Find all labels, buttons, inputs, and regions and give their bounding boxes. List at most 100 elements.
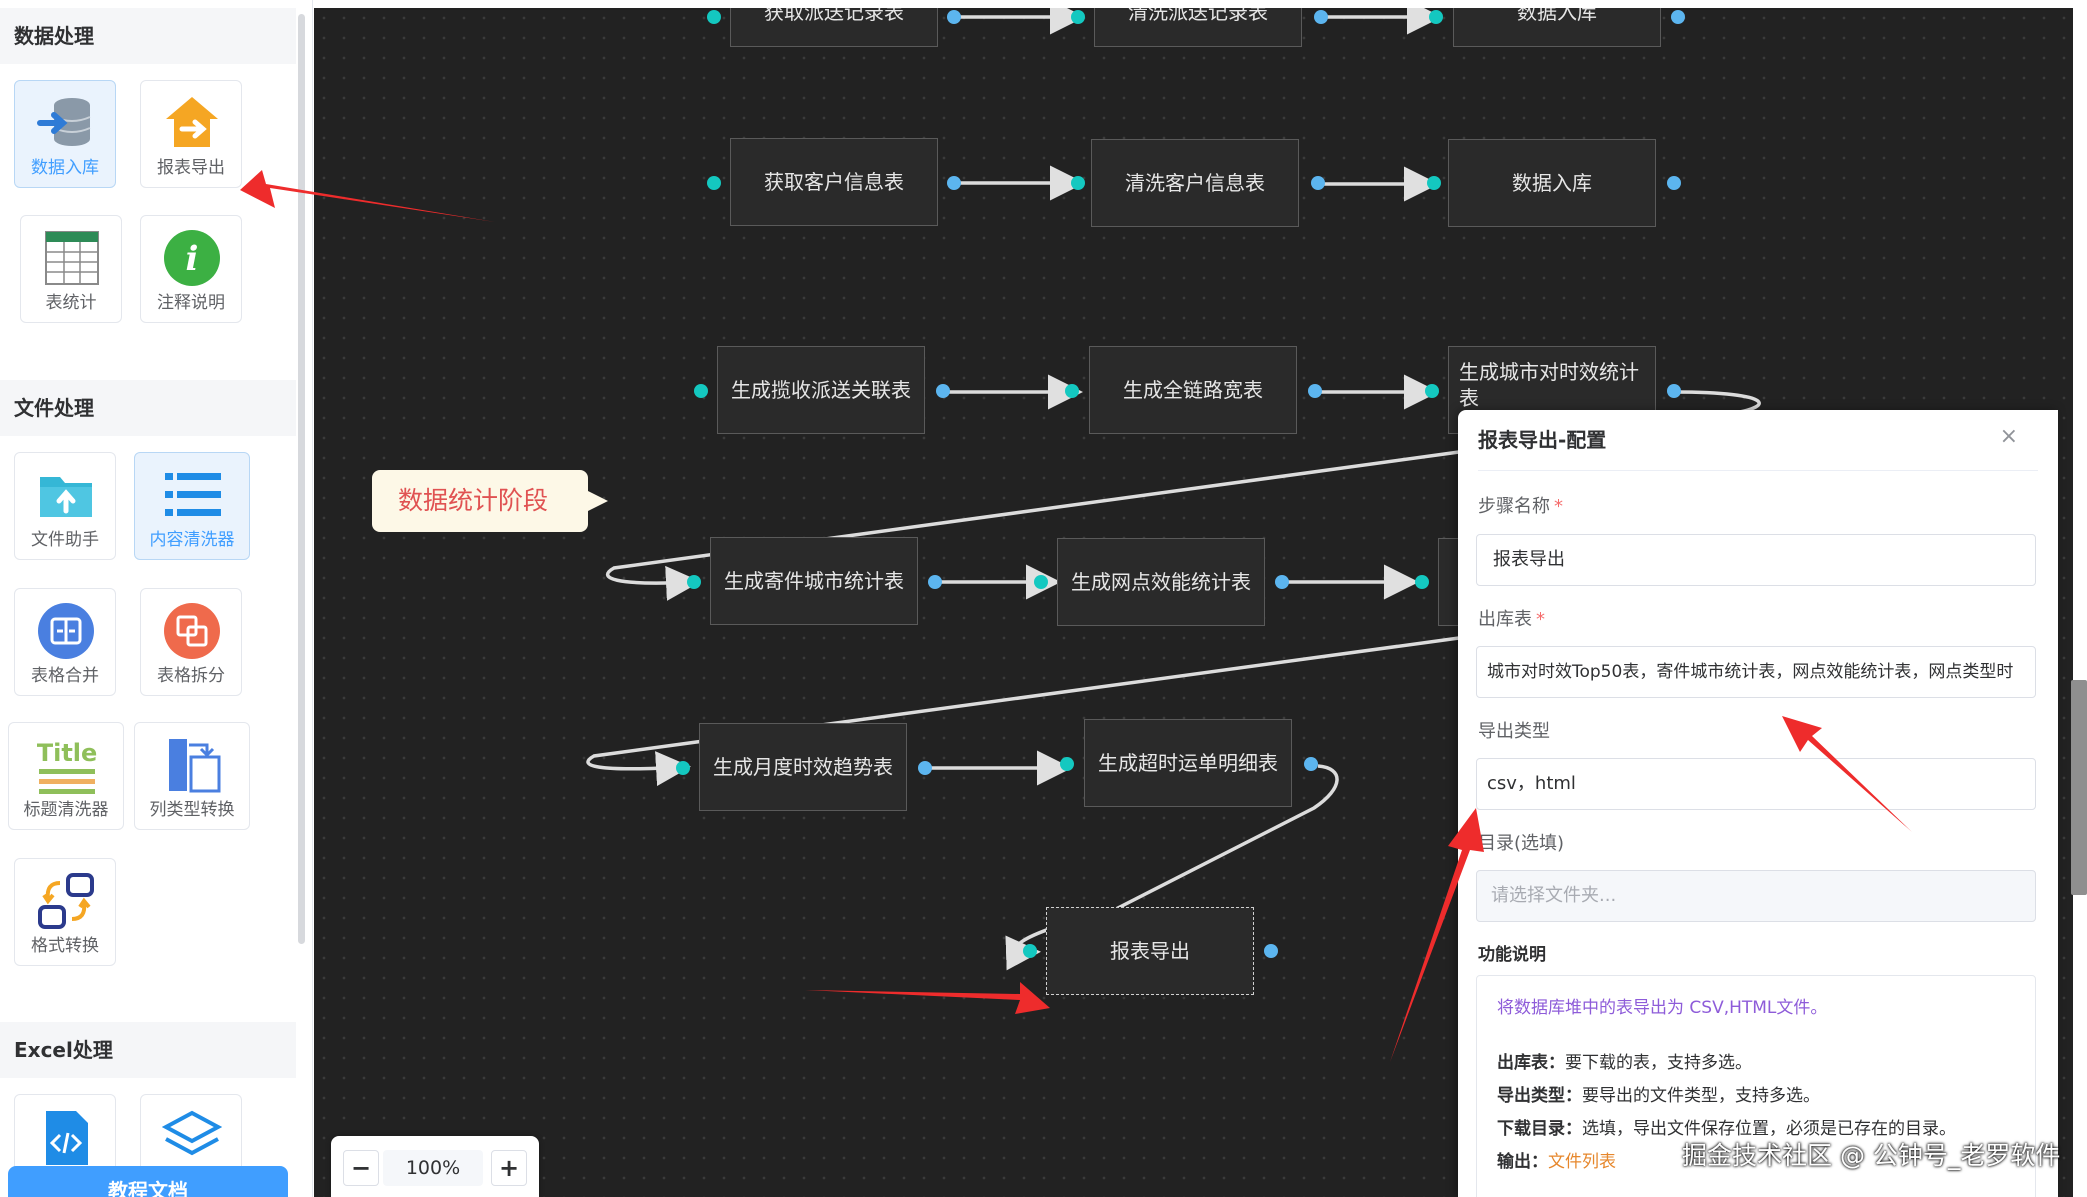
flow-node[interactable]: 数据入库 (1448, 139, 1656, 227)
tool-label: 列类型转换 (149, 800, 235, 820)
flow-node[interactable]: 获取客户信息表 (730, 138, 938, 226)
desc-line: 出库表：要下载的表，支持多选。 (1497, 1053, 1752, 1073)
input-port[interactable] (1023, 944, 1037, 958)
output-port[interactable] (928, 575, 942, 589)
input-port[interactable] (1425, 384, 1439, 398)
input-port[interactable] (1427, 176, 1441, 190)
desc-headline: 将数据库堆中的表导出为 CSV,HTML文件。 (1497, 998, 1828, 1018)
flow-node[interactable]: 清洗客户信息表 (1091, 139, 1299, 227)
input-port[interactable] (676, 761, 690, 775)
input-port[interactable] (694, 384, 708, 398)
output-port[interactable] (947, 176, 961, 190)
tutorial-doc-button[interactable]: 教程文档 (8, 1166, 288, 1197)
tool-table-merge[interactable]: 表格合并 (14, 588, 116, 696)
tool-label: 数据入库 (31, 158, 99, 178)
flow-node[interactable]: 生成网点效能统计表 (1057, 538, 1265, 626)
zoom-in-button[interactable]: + (491, 1150, 527, 1186)
func-desc-label: 功能说明 (1478, 945, 1546, 965)
step-name-input[interactable]: 报表导出 (1476, 534, 2036, 586)
input-port[interactable] (1415, 575, 1429, 589)
tool-label: 标题清洗器 (23, 800, 109, 820)
file-list-link[interactable]: 文件列表 (1548, 1152, 1616, 1172)
tool-data-import[interactable]: 数据入库 (14, 80, 116, 188)
input-port[interactable] (707, 10, 721, 24)
flow-node[interactable]: 生成揽收派送关联表 (717, 346, 925, 434)
download-dir-label: 目录(选填) (1478, 833, 1565, 854)
output-port[interactable] (1671, 10, 1685, 24)
title-icon: Title (37, 739, 97, 794)
input-port[interactable] (707, 176, 721, 190)
input-port[interactable] (1065, 384, 1079, 398)
output-port[interactable] (1314, 10, 1328, 24)
input-port[interactable] (1071, 176, 1085, 190)
house-export-icon (166, 97, 218, 147)
tool-label: 文件助手 (31, 530, 99, 550)
step-name-label: 步骤名称 * (1478, 496, 1563, 517)
tool-label: 表格拆分 (157, 666, 225, 686)
output-port[interactable] (1304, 757, 1318, 771)
sidebar-scrollbar[interactable] (298, 14, 305, 944)
tool-label: 报表导出 (157, 158, 225, 178)
tool-label: 表格合并 (31, 666, 99, 686)
output-port[interactable] (947, 10, 961, 24)
export-type-label: 导出类型 (1478, 721, 1550, 742)
export-type-select[interactable]: csv，html (1476, 758, 2036, 810)
flow-node-report-export[interactable]: 报表导出 (1046, 907, 1254, 995)
output-port[interactable] (1275, 575, 1289, 589)
output-port[interactable] (918, 761, 932, 775)
column-convert-icon (169, 739, 221, 793)
tool-format-convert[interactable]: 格式转换 (14, 858, 116, 966)
output-table-label: 出库表 * (1478, 609, 1545, 630)
flow-node[interactable]: 清洗派送记录表 (1094, 8, 1302, 47)
section-title-excel: Excel处理 (0, 1022, 296, 1078)
flow-node[interactable]: 生成全链路宽表 (1089, 346, 1297, 434)
output-table-select[interactable]: 城市对时效Top50表，寄件城市统计表，网点效能统计表，网点类型时 (1476, 646, 2036, 698)
zoom-out-button[interactable]: − (343, 1150, 379, 1186)
flow-node[interactable]: 生成超时运单明细表 (1084, 719, 1292, 807)
input-port[interactable] (1034, 575, 1048, 589)
tool-table-split[interactable]: 表格拆分 (140, 588, 242, 696)
tool-sidebar: 数据处理 数据入库 报表导出 表统计 i 注释说明 文件处理 文件助手 内容清洗… (0, 0, 313, 1197)
tool-label: 注释说明 (157, 293, 225, 313)
output-port[interactable] (1311, 176, 1325, 190)
panel-scrollbar[interactable] (2071, 680, 2087, 895)
stage-annotation[interactable]: 数据统计阶段 (372, 470, 608, 532)
tool-label: 内容清洗器 (149, 530, 235, 550)
flow-node[interactable]: 生成月度时效趋势表 (699, 723, 907, 811)
split-icon (164, 603, 220, 659)
output-port[interactable] (1667, 176, 1681, 190)
info-icon: i (164, 230, 220, 286)
panel-title: 报表导出-配置 (1478, 428, 1607, 452)
database-import-icon (37, 98, 91, 146)
tool-table-stats[interactable]: 表统计 (20, 215, 122, 323)
tool-title-cleaner[interactable]: Title 标题清洗器 (8, 722, 124, 830)
flow-node[interactable]: 生成寄件城市统计表 (710, 537, 918, 625)
output-port[interactable] (1667, 384, 1681, 398)
zoom-level: 100% (383, 1150, 483, 1186)
input-port[interactable] (1060, 757, 1074, 771)
tool-label: 表统计 (45, 293, 97, 313)
input-port[interactable] (1429, 10, 1443, 24)
svg-text:Title: Title (37, 739, 97, 767)
watermark: 掘金技术社区 @ 公钟号_老罗软件 (1682, 1141, 2061, 1170)
input-port[interactable] (687, 575, 701, 589)
tool-file-helper[interactable]: 文件助手 (14, 452, 116, 560)
desc-line: 导出类型：要导出的文件类型，支持多选。 (1497, 1086, 1820, 1106)
output-port[interactable] (1308, 384, 1322, 398)
tool-content-cleaner[interactable]: 内容清洗器 (134, 452, 250, 560)
section-title-file: 文件处理 (0, 380, 296, 436)
code-file-icon (46, 1111, 88, 1165)
download-dir-input[interactable]: 请选择文件夹... (1476, 870, 2036, 922)
tool-report-export[interactable]: 报表导出 (140, 80, 242, 188)
format-convert-icon (38, 873, 94, 929)
flow-node[interactable]: 数据入库 (1453, 8, 1661, 47)
config-panel: 报表导出-配置 × 步骤名称 * 报表导出 出库表 * 城市对时效Top50表，寄件… (1458, 410, 2058, 1197)
close-icon[interactable]: × (2000, 424, 2018, 449)
tool-column-type[interactable]: 列类型转换 (134, 722, 250, 830)
svg-text:i: i (186, 239, 199, 279)
input-port[interactable] (1071, 10, 1085, 24)
output-port[interactable] (1264, 944, 1278, 958)
output-port[interactable] (936, 384, 950, 398)
tool-annotation[interactable]: i 注释说明 (140, 215, 242, 323)
flow-node[interactable]: 获取派送记录表 (730, 8, 938, 47)
